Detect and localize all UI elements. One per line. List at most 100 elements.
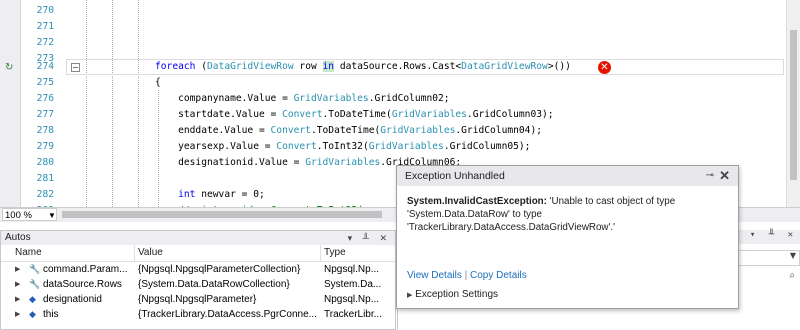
close-icon[interactable]: ✕ <box>719 166 730 186</box>
vertical-scrollbar[interactable] <box>786 0 800 207</box>
collapse-toggle-icon[interactable]: − <box>71 63 80 72</box>
wrench-icon: 🔧 <box>29 264 41 274</box>
exception-settings-expander[interactable]: ▶ Exception Settings <box>407 289 498 300</box>
exception-type: System.InvalidCastException: <box>407 196 547 207</box>
copy-details-link[interactable]: Copy Details <box>470 270 527 281</box>
code-text: yearsexp.Value = Convert.ToInt32(GridVar… <box>155 139 530 155</box>
line-number: 271 <box>36 21 54 32</box>
code-token: Convert <box>282 109 323 120</box>
exception-settings-label: Exception Settings <box>415 289 498 300</box>
zoom-select[interactable]: 100 % ▼ <box>2 208 57 221</box>
code-token: int <box>178 189 196 200</box>
view-details-link[interactable]: View Details <box>407 270 462 281</box>
code-text: int newvar = 0; <box>155 187 265 203</box>
code-token: .GridColumn02; <box>368 93 450 104</box>
column-type-header[interactable]: Type <box>321 245 395 261</box>
exception-message: System.InvalidCastException: 'Unable to … <box>407 195 727 234</box>
autos-cell-type: System.Da... <box>324 279 382 290</box>
line-number: 280 <box>36 157 54 168</box>
autos-row[interactable]: ▶ 🔧 dataSource.Rows {System.Data.DataRowCol… <box>1 277 395 292</box>
autos-row[interactable]: ▶ ◆ this {TrackerLibrary.DataAccess.PgrConn… <box>1 307 395 322</box>
horizontal-scrollbar-thumb[interactable] <box>62 211 382 218</box>
object-icon: ◆ <box>29 309 36 319</box>
expand-triangle-icon[interactable]: ▶ <box>15 262 20 277</box>
scrollbar-thumb[interactable] <box>790 30 797 180</box>
autos-cell-type: Npgsql.Np... <box>324 294 380 305</box>
code-text: enddate.Value = Convert.ToDateTime(GridV… <box>155 123 542 139</box>
expand-triangle-icon[interactable]: ▶ <box>15 277 20 292</box>
code-token: .GridColumn05); <box>443 141 531 152</box>
code-line: 278 enddate.Value = Convert.ToDateTime(G… <box>0 123 786 139</box>
expand-triangle-icon[interactable]: ▶ <box>15 307 20 322</box>
code-token: .GridColumn03); <box>466 109 554 120</box>
exception-popup-header: Exception Unhandled ⊸ ✕ <box>397 166 738 186</box>
code-text: { <box>155 75 161 91</box>
column-value-header[interactable]: Value <box>135 245 321 261</box>
autos-cell-value: {Npgsql.NpgsqlParameter} <box>138 294 257 305</box>
search-icon[interactable]: ⌕ <box>789 270 795 281</box>
code-token: startdate.Value = <box>155 109 283 120</box>
line-number: 274 <box>36 61 54 72</box>
link-separator: | <box>464 270 468 281</box>
autos-cell-name: dataSource.Rows <box>43 279 122 290</box>
code-token: .GridColumn04); <box>455 125 543 136</box>
autos-cell-name: this <box>43 309 59 320</box>
autos-cell-name: designationid <box>43 294 102 305</box>
code-token: GridVariables <box>380 125 456 136</box>
code-token: DataGridViewRow <box>207 61 294 72</box>
autos-cell-value: {System.Data.DataRowCollection} <box>138 279 290 290</box>
autos-window: Autos ▾ ╨ ✕ Name Value Type ▶ 🔧 command.Pa… <box>0 230 396 330</box>
code-token: Convert <box>276 141 317 152</box>
code-token: in <box>322 61 335 72</box>
column-name-header[interactable]: Name <box>1 245 135 261</box>
autos-column-header: Name Value Type <box>1 245 395 262</box>
exception-links: View Details | Copy Details <box>407 270 527 281</box>
wrench-icon: 🔧 <box>29 279 41 289</box>
autos-row[interactable]: ▶ ◆ designationid {Npgsql.NpgsqlParameter} N… <box>1 292 395 307</box>
expand-triangle-icon[interactable]: ▶ <box>15 292 20 307</box>
expand-triangle-icon: ▶ <box>407 292 413 299</box>
autos-rows: ▶ 🔧 command.Param... {Npgsql.NpgsqlParamete… <box>1 262 395 322</box>
autos-title: Autos <box>5 232 31 243</box>
code-token: Convert <box>270 125 311 136</box>
autos-cell-value: {TrackerLibrary.DataAccess.PgrConne... <box>138 309 317 320</box>
code-line: 275 { <box>0 75 786 91</box>
line-number: 279 <box>36 141 54 152</box>
error-icon[interactable]: ✕ <box>598 61 611 74</box>
code-token: >()) <box>547 61 571 72</box>
line-number: 270 <box>36 5 54 16</box>
pin-icon[interactable]: ⊸ <box>706 166 714 186</box>
line-number: 276 <box>36 93 54 104</box>
output-dropdown[interactable]: ▼ <box>738 250 800 266</box>
line-number: 277 <box>36 109 54 120</box>
code-line: 271 <box>0 19 786 35</box>
code-token: companyname.Value = <box>155 93 294 104</box>
code-token: enddate.Value = <box>155 125 271 136</box>
code-text: foreach (DataGridViewRow row in dataSour… <box>155 59 571 75</box>
code-token: DataGridViewRow <box>461 61 548 72</box>
code-token: GridVariables <box>391 109 467 120</box>
code-line: 272 <box>0 35 786 51</box>
exception-title: Exception Unhandled <box>405 170 505 182</box>
line-number: 272 <box>36 37 54 48</box>
code-line: 276 companyname.Value = GridVariables.Gr… <box>0 91 786 107</box>
pane-controls-icon[interactable]: ▾ ╨ ✕ <box>348 231 391 245</box>
autos-cell-name: command.Param... <box>43 264 128 275</box>
autos-cell-type: TrackerLibr... <box>324 309 382 320</box>
code-token: row <box>293 61 323 72</box>
autos-row[interactable]: ▶ 🔧 command.Param... {Npgsql.NpgsqlParamete… <box>1 262 395 277</box>
autos-title-bar: Autos ▾ ╨ ✕ <box>1 231 395 245</box>
code-token: GridVariables <box>305 157 381 168</box>
chevron-down-icon: ▼ <box>789 251 796 260</box>
exception-popup: Exception Unhandled ⊸ ✕ System.InvalidCa… <box>396 165 739 309</box>
pane-controls-icon[interactable]: ▾ ╨ ✕ <box>750 230 797 240</box>
code-text: companyname.Value = GridVariables.GridCo… <box>155 91 450 107</box>
code-token: GridVariables <box>293 93 369 104</box>
code-token: .ToInt32( <box>316 141 369 152</box>
chevron-down-icon: ▼ <box>48 211 56 220</box>
zoom-value: 100 % <box>5 210 32 221</box>
code-token: yearsexp.Value = <box>155 141 277 152</box>
line-number: 278 <box>36 125 54 136</box>
line-number: 275 <box>36 77 54 88</box>
